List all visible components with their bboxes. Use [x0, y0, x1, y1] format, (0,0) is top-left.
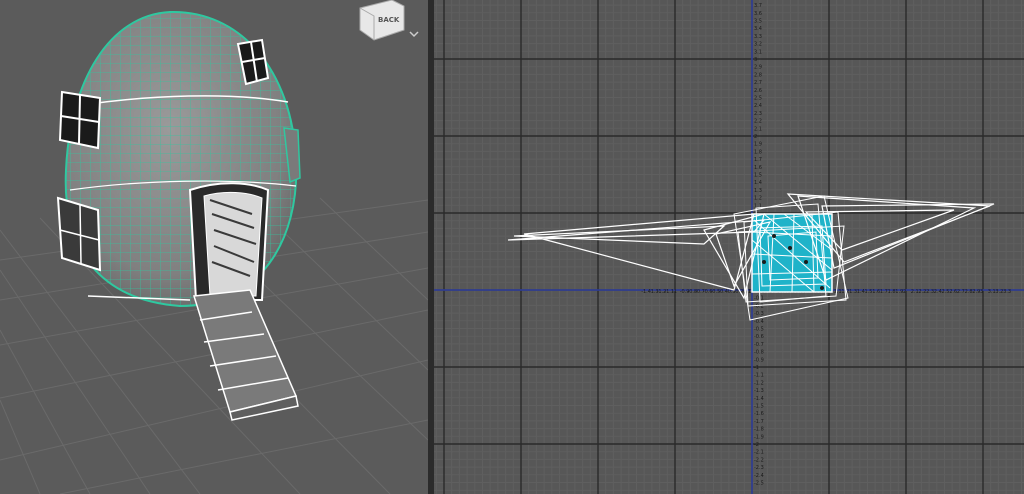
viewcube[interactable]: BACK	[359, 0, 405, 41]
v-axis-tick-label: 3.1	[754, 49, 762, 55]
v-axis-tick-label: -1.5	[754, 404, 764, 410]
v-axis-tick-label: 1.7	[754, 157, 762, 163]
v-axis-tick-label: -1	[754, 365, 759, 371]
v-axis-tick-label: 2.2	[754, 119, 762, 125]
uv-minor-grid	[434, 0, 1024, 494]
v-axis-tick-label: -2.5	[754, 481, 764, 487]
v-axis-tick-label: -0.8	[754, 350, 764, 356]
v-axis-tick-label: -1.8	[754, 427, 764, 433]
v-axis-tick-label: -0.2	[754, 303, 764, 309]
doorway	[188, 182, 270, 301]
v-axis-tick-label: 3.7	[754, 3, 762, 9]
v-axis-tick-label: 1.6	[754, 165, 762, 171]
v-axis-tick-label: 3	[754, 57, 757, 63]
v-axis-tick-label: -1.2	[754, 380, 764, 386]
v-axis-tick-label: -1.6	[754, 411, 764, 417]
perspective-canvas[interactable]: BACK	[0, 0, 428, 494]
v-axis-tick-label: 2.3	[754, 111, 762, 117]
viewcube-label: BACK	[378, 16, 400, 24]
chevron-down-icon[interactable]	[409, 31, 419, 38]
v-axis-tick-label: 1.2	[754, 196, 762, 202]
v-axis-tick-label: 2.9	[754, 65, 762, 71]
v-axis-tick-label: 2	[754, 134, 757, 140]
v-axis-tick-label: -2.4	[754, 473, 764, 479]
v-axis-tick-label: 2.7	[754, 80, 762, 86]
u-axis-tick-label: 3.3	[1003, 289, 1011, 295]
v-axis-tick-label: 3.5	[754, 19, 762, 25]
v-axis-tick-label: 3.4	[754, 26, 762, 32]
v-axis-tick-label: 3.2	[754, 42, 762, 48]
v-axis-tick-label: -0.5	[754, 327, 764, 333]
uv-canvas[interactable]: -1.4 -1.3 -1.2-1.1 -1 -0.9-0.8 -0.7 -0.6-0.5 -0…	[434, 0, 1024, 494]
v-axis-tick-label: -1.7	[754, 419, 764, 425]
v-axis-tick-label: -0.4	[754, 319, 764, 325]
v-axis-tick-label: -0.6	[754, 334, 764, 340]
v-axis-tick-label: -1.1	[754, 373, 764, 379]
window-left	[58, 90, 102, 150]
v-axis-tick-label: 2.5	[754, 96, 762, 102]
u-axis-tick-label: 3	[980, 289, 983, 295]
egg-house-mesh[interactable]	[50, 0, 310, 320]
window-lower-left	[56, 196, 102, 272]
v-axis-tick-label: -0.9	[754, 357, 764, 363]
maya-workspace: BACK -1.4 -1.3 -1.2 -1.1 -1 -0.9 -0.8 -0.7 -0.6-…	[0, 0, 1024, 494]
v-axis-tick-label: -2	[754, 442, 759, 448]
perspective-viewport[interactable]: BACK	[0, 0, 428, 494]
v-axis-tick-label: 2.1	[754, 126, 762, 132]
v-axis-tick-label: 2.4	[754, 103, 762, 109]
v-axis-tick-label: -2.2	[754, 457, 764, 463]
uv-editor-viewport[interactable]: -1.4 -1.3 -1.2 -1.1 -1 -0.9 -0.8 -0.7 -0.6 -0.5 -0…	[434, 0, 1024, 494]
u-axis-tick-label: -1	[672, 289, 677, 295]
v-axis-tick-label: 3.6	[754, 11, 762, 17]
v-axis-tick-label: -2.3	[754, 465, 764, 471]
v-axis-tick-label: 1.4	[754, 180, 762, 186]
v-axis-tick-label: 2.6	[754, 88, 762, 94]
v-axis-tick-label: 1.9	[754, 142, 762, 148]
v-axis-tick-label: -1.9	[754, 434, 764, 440]
v-axis-tick-label: -0.3	[754, 311, 764, 317]
v-axis-tick-label: -1.3	[754, 388, 764, 394]
v-axis-tick-label: 1.3	[754, 188, 762, 194]
v-axis-tick-label: 1.5	[754, 173, 762, 179]
u-axis-tick-label: 2	[903, 289, 906, 295]
v-axis-tick-label: 2.8	[754, 72, 762, 78]
v-axis-tick-label: -1.4	[754, 396, 764, 402]
v-axis-tick-label: 3.3	[754, 34, 762, 40]
v-axis-tick-label: 1.8	[754, 149, 762, 155]
v-axis-tick-label: -2.1	[754, 450, 764, 456]
v-axis-tick-label: -0.7	[754, 342, 764, 348]
